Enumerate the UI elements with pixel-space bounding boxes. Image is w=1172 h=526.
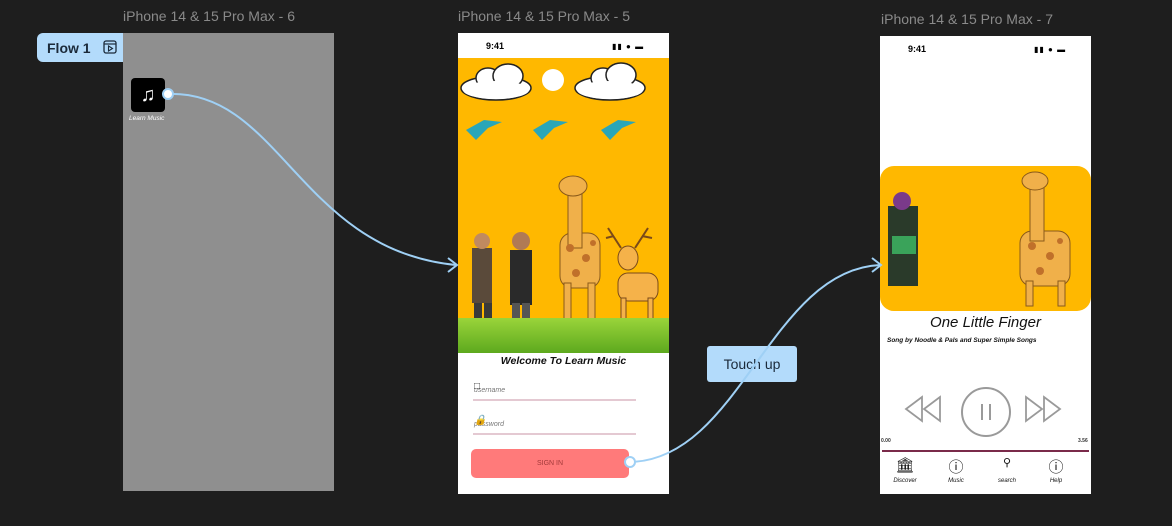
connector-flow-1[interactable] bbox=[167, 92, 457, 266]
connector-start-node[interactable] bbox=[162, 88, 174, 100]
prototype-connectors bbox=[162, 88, 883, 468]
connector-start-node[interactable] bbox=[624, 456, 636, 468]
connector-touch-up[interactable] bbox=[629, 264, 881, 463]
